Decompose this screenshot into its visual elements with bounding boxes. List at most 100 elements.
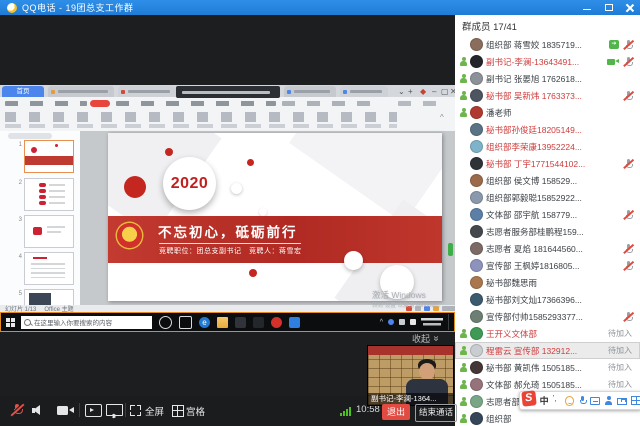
- member-count-header: 群成员 17/41: [455, 15, 640, 36]
- member-row[interactable]: 副书记 张晏旭 1762618... ➔: [455, 70, 640, 87]
- member-name: 秘书部 吴新炜 1763373...: [486, 90, 582, 102]
- slide-thumbnail[interactable]: [24, 215, 74, 248]
- member-row[interactable]: 秘书部 吴新炜 1763373... ➔: [455, 87, 640, 104]
- ime-mode-toggle[interactable]: 中: [540, 394, 549, 407]
- deco-red-circle: [124, 176, 146, 198]
- ime-emoji-icon[interactable]: [565, 396, 574, 406]
- slide-title: 不忘初心，砥砺前行: [158, 221, 298, 241]
- waiting-badge: 待加入: [608, 379, 632, 390]
- mic-muted-button[interactable]: [10, 403, 24, 417]
- mic-muted-icon: [623, 243, 634, 254]
- system-tray: ^: [380, 314, 451, 330]
- avatar: [470, 123, 483, 136]
- share-screen-button[interactable]: [85, 404, 102, 417]
- member-name: 组织部李荣康13952224...: [486, 141, 582, 153]
- presence-icon: [459, 74, 468, 84]
- member-name: 秘书部 丁宇1771544102...: [486, 158, 585, 170]
- member-row[interactable]: 宣传部付帅1585293377... ➔: [455, 308, 640, 325]
- avatar: [470, 327, 483, 340]
- close-button[interactable]: [625, 3, 634, 12]
- ime-grid-icon[interactable]: [631, 396, 640, 405]
- maximize-button[interactable]: [604, 3, 613, 12]
- collapse-video-button[interactable]: 收起«: [412, 332, 439, 345]
- presence-icon: [459, 414, 468, 424]
- ime-punctuation-icon[interactable]: [553, 396, 561, 405]
- screenshare-on-icon: ➔: [609, 40, 619, 49]
- member-row[interactable]: 潘老师 ➔: [455, 104, 640, 121]
- member-row[interactable]: 志愿者服务部桂鹏程159... ➔: [455, 223, 640, 240]
- avatar: [470, 378, 483, 391]
- exit-button[interactable]: 退出: [382, 404, 410, 420]
- member-sidebar: 群成员 17/41 组织部 蒋雪姣 1835719... ➔ 副书记-李澜-13…: [455, 15, 640, 426]
- member-row[interactable]: 宣传部 王枫婷1816805... ➔: [455, 257, 640, 274]
- member-row[interactable]: 王开义文体部 ➔ 待加入: [455, 325, 640, 342]
- file-explorer-icon: [217, 317, 228, 328]
- member-row[interactable]: 秘书部 丁宇1771544102... ➔: [455, 155, 640, 172]
- avatar: [470, 259, 483, 272]
- title-bar[interactable]: QQ电话 - 19团总支工作群: [0, 0, 640, 15]
- end-call-button[interactable]: 结束通话: [415, 404, 457, 422]
- member-name: 秘书部 黄凯伟 1505185...: [486, 362, 582, 374]
- member-name: 宣传部 王枫婷1816805...: [486, 260, 580, 272]
- member-row[interactable]: 志愿者 夏焰 181644560... ➔: [455, 240, 640, 257]
- mic-muted-icon: [623, 39, 634, 50]
- ime-toolbox-icon[interactable]: [617, 398, 627, 405]
- member-row[interactable]: 组织部 蒋雪姣 1835719... ➔: [455, 36, 640, 53]
- waiting-badge: 待加入: [608, 362, 632, 373]
- fullscreen-icon[interactable]: [130, 405, 141, 416]
- slide-subtitle: 竞聘职位：团总支副书记 竞聘人：蒋雪宏: [159, 246, 302, 256]
- avatar: [470, 38, 483, 51]
- member-name: 组织部: [486, 413, 512, 425]
- member-row[interactable]: 组织部李荣康13952224... ➔: [455, 138, 640, 155]
- member-row[interactable]: 副书记-李澜-13643491... ➔: [455, 53, 640, 70]
- slide-banner: 不忘初心，砥砺前行 竞聘职位：团总支副书记 竞聘人：蒋雪宏: [108, 216, 442, 263]
- member-row[interactable]: 秘书部孙俊廷18205149... ➔: [455, 121, 640, 138]
- ime-keyboard-icon[interactable]: [590, 397, 600, 405]
- minimize-button[interactable]: [583, 3, 592, 12]
- sogou-logo-icon[interactable]: S: [521, 390, 536, 406]
- member-row[interactable]: 程雷云 宣传部 132912... ➔ 待加入: [455, 342, 640, 359]
- whiteboard-button[interactable]: [106, 404, 123, 416]
- member-row[interactable]: 文体部 邵宇航 158779... ➔: [455, 206, 640, 223]
- avatar: [470, 157, 483, 170]
- mic-muted-icon: [623, 209, 634, 220]
- speaker-button[interactable]: [32, 405, 44, 416]
- member-name: 副书记-李澜-13643491...: [486, 56, 579, 68]
- video-thumbnail[interactable]: 副书记-李澜-1364...: [368, 346, 453, 405]
- slide-year: 2020: [163, 157, 216, 210]
- ime-account-icon[interactable]: [604, 396, 612, 405]
- thumbnail-number: 2: [14, 180, 22, 186]
- wps-slide-panel: 1 2 3 4 5: [0, 131, 81, 305]
- slide-thumbnail[interactable]: [24, 140, 74, 173]
- presence-icon: [459, 380, 468, 390]
- ime-voice-icon[interactable]: [578, 396, 586, 405]
- mic-muted-icon: [623, 260, 634, 271]
- avatar: [470, 55, 483, 68]
- member-row[interactable]: 组织部 ➔: [455, 410, 640, 426]
- avatar: [470, 72, 483, 85]
- slide-thumbnail[interactable]: [24, 252, 74, 285]
- member-row[interactable]: 秘书部魏思雨 ➔: [455, 274, 640, 291]
- slide-thumbnail[interactable]: [24, 178, 74, 211]
- presence-icon: [459, 57, 468, 67]
- presence-icon: [459, 363, 468, 373]
- wps-scrollbar-thumb: [448, 243, 453, 256]
- member-name: 文体部 郝允琦 1505185...: [486, 379, 582, 391]
- member-name: 潘老师: [486, 107, 512, 119]
- member-row[interactable]: 秘书部 黄凯伟 1505185... ➔ 待加入: [455, 359, 640, 376]
- edge-icon: e: [199, 317, 210, 328]
- start-button-icon: [6, 318, 15, 327]
- member-row[interactable]: 组织部郭毅聪15852922... ➔: [455, 189, 640, 206]
- grid-view-icon[interactable]: [172, 405, 184, 417]
- fullscreen-button[interactable]: 全屏: [145, 404, 164, 418]
- avatar: [470, 225, 483, 238]
- member-name: 秘书部刘文灿17366396...: [486, 294, 582, 306]
- grid-view-button[interactable]: 宫格: [186, 404, 205, 418]
- member-name: 宣传部付帅1585293377...: [486, 311, 583, 323]
- camera-button[interactable]: [57, 405, 74, 416]
- ime-toolbar[interactable]: S 中: [519, 391, 640, 410]
- member-row[interactable]: 秘书部刘文灿17366396... ➔: [455, 291, 640, 308]
- wps-document-tab: [284, 86, 336, 97]
- member-row[interactable]: 组织部 侯文博 158529... ➔: [455, 172, 640, 189]
- slide-1: 2020 不忘初心，砥砺前行 竞聘职位：团总支副书记 竞聘人：蒋雪宏: [108, 133, 442, 301]
